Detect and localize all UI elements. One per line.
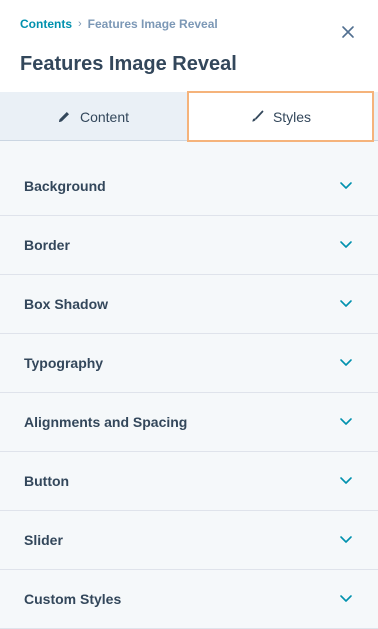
section-label: Box Shadow: [24, 296, 109, 312]
section-slider[interactable]: Slider: [0, 511, 378, 570]
chevron-down-icon: [340, 418, 352, 425]
breadcrumb: Contents › Features Image Reveal: [20, 17, 218, 31]
tab-styles[interactable]: Styles: [187, 91, 374, 142]
page-title: Features Image Reveal: [20, 53, 237, 75]
section-label: Background: [24, 178, 106, 194]
section-label: Button: [24, 473, 70, 489]
brush-icon: [250, 110, 264, 124]
chevron-down-icon: [340, 536, 352, 543]
chevron-down-icon: [340, 595, 352, 602]
section-label: Slider: [24, 532, 63, 548]
tab-content-label: Content: [79, 108, 130, 125]
chevron-down-icon: [340, 241, 352, 248]
close-icon: [342, 26, 354, 38]
panel-header: Contents › Features Image Reveal Feature…: [0, 0, 378, 92]
chevron-down-icon: [340, 359, 352, 366]
tab-styles-label: Styles: [272, 108, 312, 125]
tab-content[interactable]: Content: [0, 92, 186, 141]
breadcrumb-contents-link[interactable]: Contents: [20, 17, 72, 31]
tab-bar: Content Styles: [0, 91, 378, 142]
section-box-shadow[interactable]: Box Shadow: [0, 275, 378, 334]
section-label: Typography: [24, 355, 104, 371]
section-border[interactable]: Border: [0, 216, 378, 275]
chevron-down-icon: [340, 182, 352, 189]
chevron-down-icon: [340, 300, 352, 307]
style-editor-panel: Contents › Features Image Reveal Feature…: [0, 0, 378, 629]
chevron-down-icon: [340, 477, 352, 484]
pencil-icon: [57, 110, 71, 124]
section-label: Custom Styles: [24, 591, 122, 607]
section-background[interactable]: Background: [0, 157, 378, 216]
breadcrumb-current: Features Image Reveal: [87, 17, 218, 31]
section-label: Alignments and Spacing: [24, 414, 188, 430]
section-alignments-spacing[interactable]: Alignments and Spacing: [0, 393, 378, 452]
section-button[interactable]: Button: [0, 452, 378, 511]
close-button[interactable]: [338, 22, 358, 42]
section-typography[interactable]: Typography: [0, 334, 378, 393]
breadcrumb-separator: ›: [78, 18, 82, 30]
section-label: Border: [24, 237, 70, 253]
section-custom-styles[interactable]: Custom Styles: [0, 570, 378, 629]
